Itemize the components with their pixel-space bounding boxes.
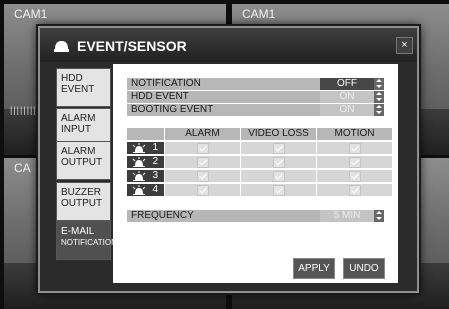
motion-checkbox[interactable] (317, 184, 392, 196)
tab-label: INPUT (61, 124, 91, 135)
channel-cell: 4 (127, 184, 164, 196)
hdd-event-row: HDD EVENT ON (127, 91, 384, 103)
dialog-title: EVENT/SENSOR (77, 38, 187, 54)
alarm-checkbox[interactable] (165, 142, 240, 154)
hdd-event-value: ON (339, 91, 355, 102)
channel-number: 3 (152, 170, 158, 181)
hdd-event-select[interactable]: ON (320, 91, 384, 103)
channel-cell: 3 (127, 170, 164, 182)
camera-label: CA (14, 161, 31, 175)
header-motion: MOTION (317, 128, 392, 140)
event-sensor-dialog: EVENT/SENSOR × HDD EVENT ALARM INPUT ALA… (38, 26, 419, 293)
header-video-loss: VIDEO LOSS (241, 128, 316, 140)
tab-label: BUZZER (61, 187, 101, 198)
dialog-titlebar: EVENT/SENSOR × (40, 28, 417, 62)
tab-label: OUTPUT (61, 157, 103, 168)
apply-button[interactable]: APPLY (293, 258, 335, 279)
siren-icon (132, 171, 146, 181)
notification-select[interactable]: OFF (320, 78, 384, 90)
camera-label: CAM1 (14, 7, 48, 21)
motion-checkbox[interactable] (317, 142, 392, 154)
booting-event-label: BOOTING EVENT (131, 104, 214, 115)
siren-icon (132, 185, 146, 195)
tab-label: E-MAIL (61, 226, 95, 237)
channel-number: 2 (152, 156, 158, 167)
tab-alarm-output[interactable]: ALARM OUTPUT (56, 141, 111, 180)
tab-hdd-event[interactable]: HDD EVENT (56, 68, 111, 107)
video-loss-checkbox[interactable] (241, 170, 316, 182)
spinner-icon[interactable] (374, 104, 384, 116)
camera-label: CAM1 (242, 7, 276, 21)
hdd-event-label: HDD EVENT (131, 91, 189, 102)
notification-row: NOTIFICATION OFF (127, 78, 384, 90)
notification-label: NOTIFICATION (131, 78, 201, 89)
channel-number: 4 (152, 184, 158, 195)
video-loss-checkbox[interactable] (241, 184, 316, 196)
siren-icon (132, 143, 146, 153)
frequency-label: FREQUENCY (131, 210, 194, 221)
bell-icon (54, 41, 69, 52)
spinner-icon[interactable] (374, 78, 384, 90)
frequency-select[interactable]: 5 MIN (320, 210, 384, 222)
tab-label: ALARM (61, 113, 96, 124)
tab-label: HDD (61, 73, 83, 84)
tab-label: NOTIFICATION (61, 238, 117, 247)
alarm-checkbox[interactable] (165, 184, 240, 196)
siren-icon (132, 157, 146, 167)
video-loss-checkbox[interactable] (241, 156, 316, 168)
undo-button[interactable]: UNDO (343, 258, 385, 279)
alarm-checkbox[interactable] (165, 156, 240, 168)
channel-cell: 1 (127, 142, 164, 154)
channel-number: 1 (152, 142, 158, 153)
alarm-checkbox[interactable] (165, 170, 240, 182)
booting-event-row: BOOTING EVENT ON (127, 104, 384, 116)
booting-event-value: ON (339, 104, 355, 115)
close-button[interactable]: × (396, 37, 413, 54)
grid-corner (127, 128, 164, 140)
motion-checkbox[interactable] (317, 156, 392, 168)
frequency-value: 5 MIN (333, 210, 361, 221)
motion-checkbox[interactable] (317, 170, 392, 182)
booting-event-select[interactable]: ON (320, 104, 384, 116)
tab-buzzer-output[interactable]: BUZZER OUTPUT (56, 182, 111, 221)
header-alarm: ALARM (165, 128, 240, 140)
settings-panel: NOTIFICATION OFF HDD EVENT ON BOOTING EV… (113, 64, 398, 283)
tab-label: EVENT (61, 84, 95, 95)
frequency-row: FREQUENCY 5 MIN (127, 210, 384, 222)
tab-label: ALARM (61, 146, 96, 157)
spinner-icon[interactable] (374, 91, 384, 103)
spinner-icon[interactable] (374, 210, 384, 222)
channel-cell: 2 (127, 156, 164, 168)
tab-email-notification[interactable]: E-MAIL NOTIFICATION (56, 221, 117, 260)
video-loss-checkbox[interactable] (241, 142, 316, 154)
notification-value: OFF (337, 78, 357, 89)
tab-label: OUTPUT (61, 198, 103, 209)
